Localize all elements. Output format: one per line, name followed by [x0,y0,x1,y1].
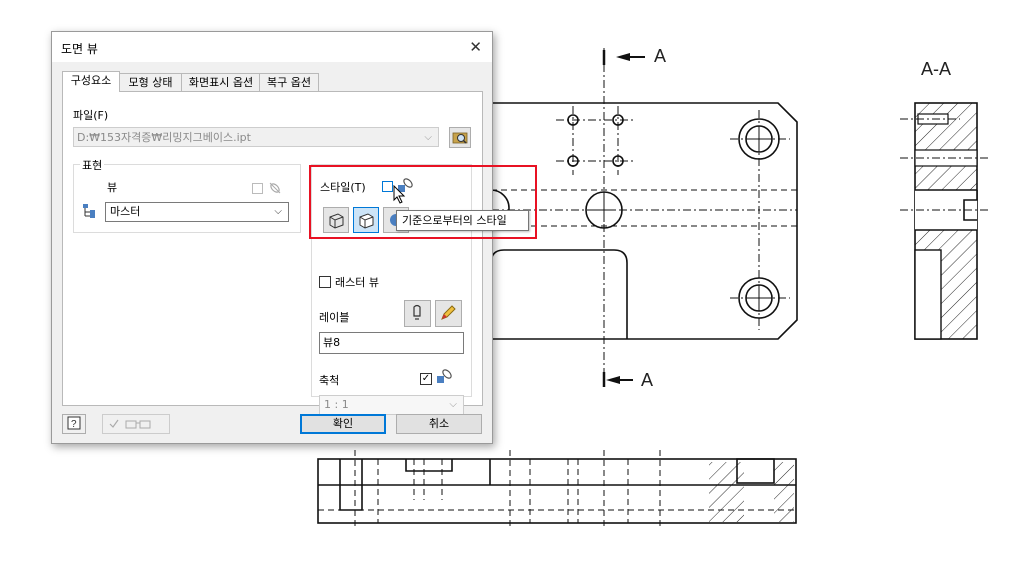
view-representation-value: 마스터 [110,205,141,218]
label-input-value: 뷰8 [323,336,341,349]
label-input[interactable]: 뷰8 [319,332,464,354]
help-icon: ? [67,416,81,430]
help-button[interactable]: ? [62,414,86,434]
chevron-down-icon: ⌵ [449,399,457,410]
file-label: 파일(F) [73,109,109,122]
section-arrow-bottom [606,376,620,384]
view-associative-checkbox[interactable] [252,183,263,194]
dialog-titlebar: 도면 뷰 ✕ [52,32,492,62]
section-view-title: A-A [921,59,952,79]
scale-label: 축척 [319,374,340,387]
scale-from-base-checkbox[interactable]: ✓ [420,373,432,385]
tab-model-state[interactable]: 모형 상태 [118,73,183,91]
folder-search-icon [452,132,468,144]
browse-button[interactable] [449,127,471,148]
section-label-bottom: A [641,370,654,390]
mouse-cursor-icon [393,185,406,204]
chevron-down-icon: ⌵ [274,206,282,217]
ok-button[interactable]: 확인 [300,414,386,434]
close-icon[interactable]: ✕ [469,38,482,56]
pencil-icon [441,305,456,320]
preview-toggle[interactable] [102,414,170,434]
edit-label-button[interactable] [435,300,462,327]
raster-view-label: 래스터 뷰 [335,276,379,289]
tab-components[interactable]: 구성요소 [62,71,120,92]
scale-select[interactable]: 1 : 1 ⌵ [319,395,464,415]
tree-structure-icon [83,204,95,218]
components-panel: 파일(F) D:₩153자격증₩리밍지그베이스.ipt ⌵ 표현 뷰 마스터 ⌵… [62,91,483,415]
scale-value: 1 : 1 [324,398,349,411]
raster-view-checkbox[interactable] [319,276,331,288]
representation-group: 표현 뷰 마스터 ⌵ [73,157,301,233]
tab-display-options[interactable]: 화면표시 옵션 [181,73,261,91]
section-arrow-top [616,53,630,61]
svg-text:?: ? [71,419,77,430]
file-path-value: D:₩153자격증₩리밍지그베이스.ipt [77,131,251,144]
label-section-label: 레이블 [319,311,350,324]
chevron-down-icon: ⌵ [424,132,432,143]
label-visibility-button[interactable] [404,300,431,327]
glasses-icon [109,419,151,429]
bulb-icon [413,304,421,320]
representation-group-label: 표현 [80,157,105,173]
file-path-combo[interactable]: D:₩153자격증₩리밍지그베이스.ipt ⌵ [73,127,439,147]
section-view [914,102,978,340]
section-label-top: A [654,46,667,66]
cancel-button[interactable]: 취소 [396,414,482,434]
view-representation-select[interactable]: 마스터 ⌵ [105,202,289,222]
front-view-pocket [490,249,628,339]
scale-from-base-icon[interactable] [436,368,454,386]
style-tooltip: 기준으로부터의 스타일 [396,210,529,231]
view-label: 뷰 [107,181,118,194]
dialog-title: 도면 뷰 [61,42,98,56]
associative-link-icon [269,182,281,194]
tab-recovery-options[interactable]: 복구 옵션 [259,73,319,91]
